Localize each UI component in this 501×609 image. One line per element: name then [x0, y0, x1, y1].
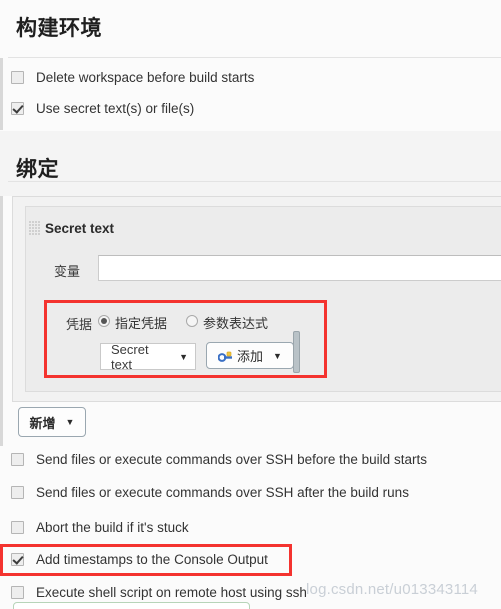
checkbox-row-use-secret-text[interactable]: Use secret text(s) or file(s) — [0, 95, 501, 121]
checkbox-row-delete-workspace[interactable]: Delete workspace before build starts — [0, 64, 501, 90]
add-timestamps-label: Add timestamps to the Console Output — [36, 551, 268, 567]
checkbox-row-ssh-before-build[interactable]: Send files or execute commands over SSH … — [0, 446, 501, 472]
jenkins-build-config-page: 构建环境 Delete workspace before build start… — [0, 0, 501, 609]
credentials-select-value: Secret text — [111, 341, 149, 372]
radio-specify-credentials-label: 指定凭据 — [115, 316, 168, 331]
bottom-input-field[interactable] — [13, 602, 250, 609]
execute-shell-remote-label: Execute shell script on remote host usin… — [36, 584, 307, 600]
add-timestamps-checkbox[interactable] — [11, 552, 24, 566]
watermark-text: log.csdn.net/u013343114 — [306, 581, 478, 598]
left-rail-bindings — [0, 196, 3, 446]
ssh-after-build-checkbox[interactable] — [11, 485, 24, 499]
use-secret-text-label: Use secret text(s) or file(s) — [36, 100, 195, 116]
delete-workspace-checkbox[interactable] — [11, 70, 24, 84]
bindings-title: 绑定 — [16, 158, 59, 181]
header-divider — [8, 57, 501, 58]
ssh-before-build-label: Send files or execute commands over SSH … — [36, 451, 427, 467]
chevron-down-icon: ▼ — [65, 417, 75, 427]
use-secret-text-checkbox[interactable] — [11, 101, 24, 115]
checkbox-row-add-timestamps[interactable]: Add timestamps to the Console Output — [0, 546, 501, 572]
add-binding-label: 新增 — [29, 415, 56, 431]
horizontal-scroll-nub[interactable] — [293, 331, 300, 373]
add-credentials-button[interactable]: 添加 ▼ — [206, 342, 294, 369]
radio-specify-credentials[interactable] — [98, 315, 110, 327]
key-icon — [217, 350, 233, 362]
ssh-after-build-label: Send files or execute commands over SSH … — [36, 484, 409, 500]
execute-shell-remote-checkbox[interactable] — [11, 585, 24, 599]
abort-stuck-build-checkbox[interactable] — [11, 520, 24, 534]
chevron-down-icon: ▼ — [179, 351, 188, 362]
build-environment-title: 构建环境 — [16, 17, 102, 40]
abort-stuck-build-label: Abort the build if it's stuck — [36, 519, 189, 535]
credentials-select[interactable]: Secret text ▼ — [100, 341, 196, 372]
build-environment-section-header: 构建环境 — [0, 0, 501, 58]
add-binding-button[interactable]: 新增 ▼ — [18, 407, 86, 437]
add-credentials-label: 添加 — [237, 349, 264, 364]
secret-text-panel-title: Secret text — [45, 221, 115, 236]
drag-grip-icon[interactable] — [29, 221, 40, 236]
radio-parameter-expression[interactable] — [186, 315, 198, 327]
delete-workspace-label: Delete workspace before build starts — [36, 69, 255, 85]
variable-input[interactable] — [98, 255, 501, 281]
variable-label: 变量 — [53, 264, 80, 279]
radio-parameter-expression-label: 参数表达式 — [203, 316, 269, 331]
bindings-section-header: 绑定 — [0, 131, 501, 196]
bindings-divider — [8, 181, 501, 182]
checkbox-row-ssh-after-build[interactable]: Send files or execute commands over SSH … — [0, 479, 501, 505]
credentials-label: 凭据 — [65, 317, 92, 332]
checkbox-row-abort-stuck-build[interactable]: Abort the build if it's stuck — [0, 514, 501, 540]
ssh-before-build-checkbox[interactable] — [11, 452, 24, 466]
chevron-down-icon: ▼ — [273, 350, 282, 361]
